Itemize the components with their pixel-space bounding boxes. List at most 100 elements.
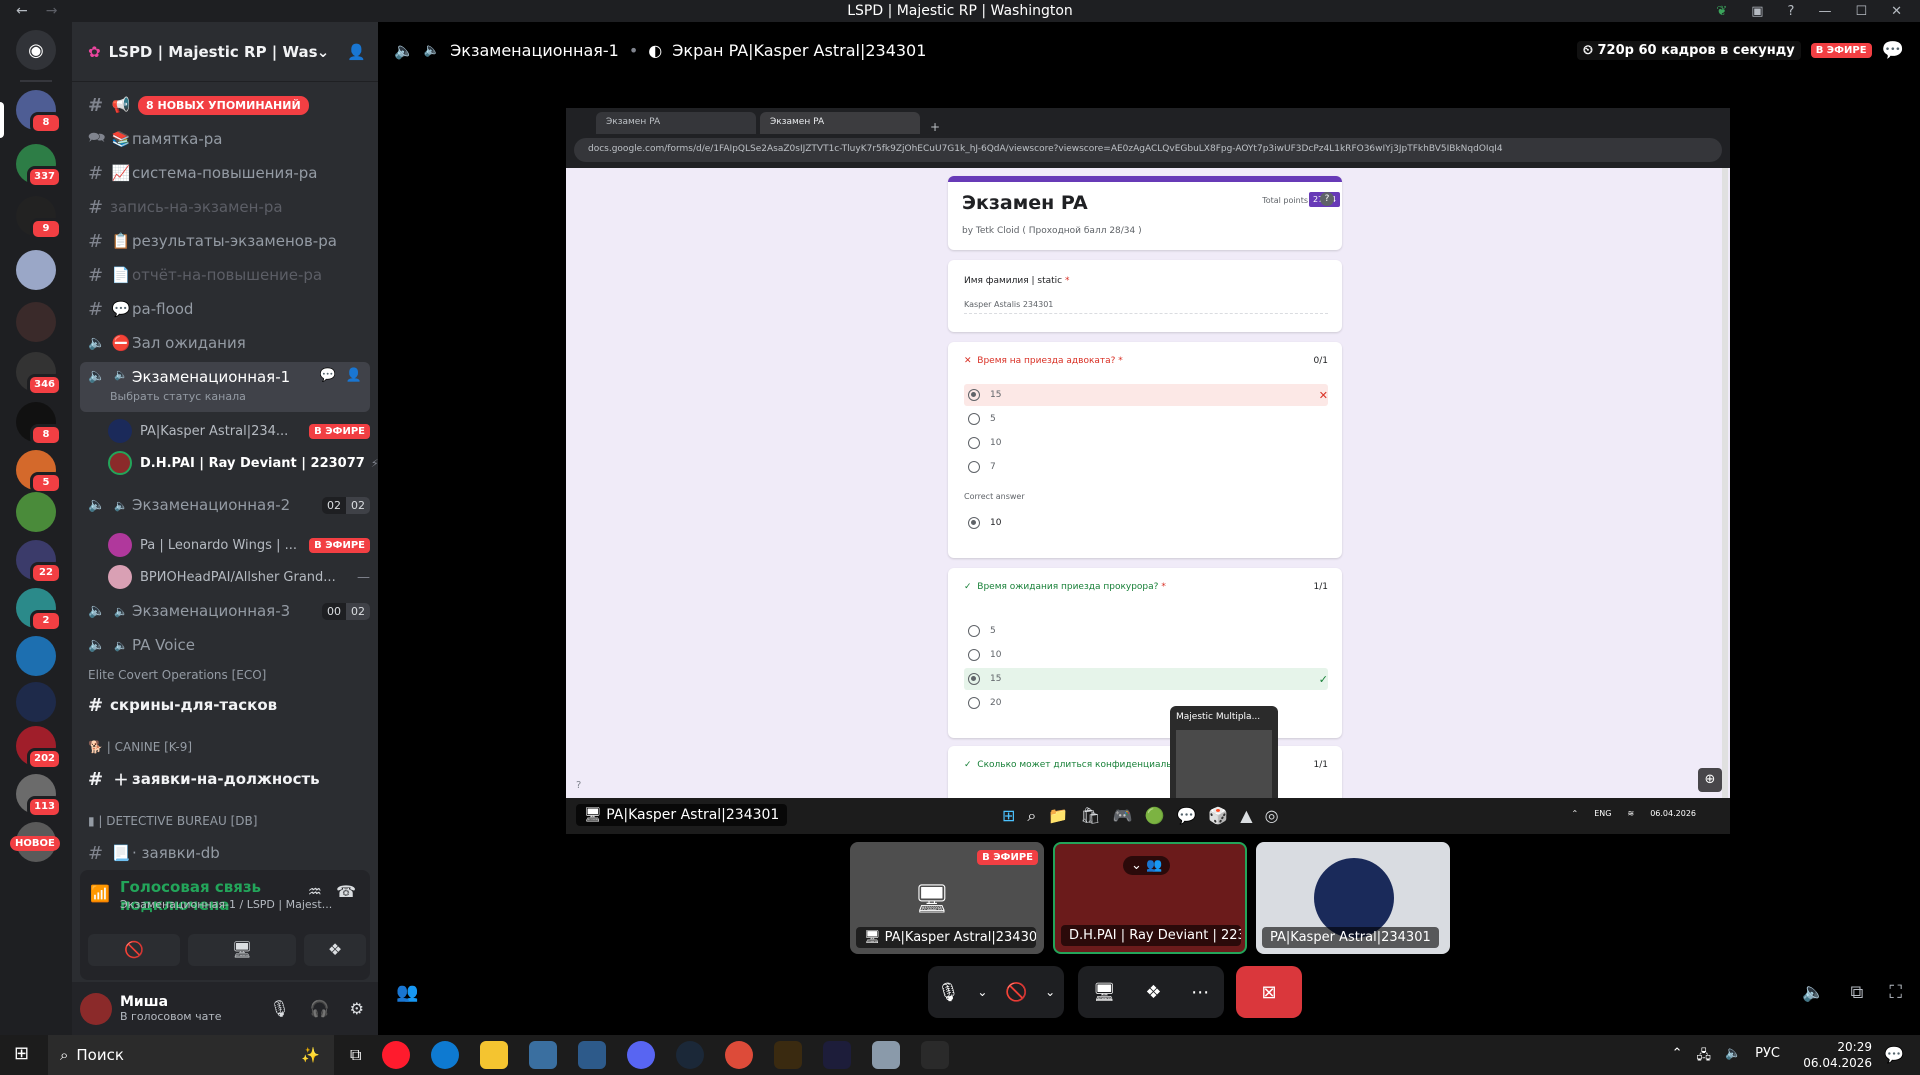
channel-item[interactable]: # 💬 pa-flood xyxy=(80,294,370,324)
invite-icon[interactable]: 👤 xyxy=(346,368,362,383)
server-icon[interactable]: 5 xyxy=(16,450,62,494)
voice-user[interactable]: D.H.PAI | Ray Deviant | 223077 ⚡ xyxy=(108,448,379,478)
server-icon[interactable] xyxy=(16,302,56,342)
server-icon[interactable]: 8 xyxy=(16,402,62,446)
server-icon[interactable]: 113 xyxy=(16,774,62,818)
address-bar[interactable]: docs.google.com/forms/d/e/1FAIpQLSe2AsaZ… xyxy=(574,138,1722,162)
voice-location[interactable]: Экзаменационная-1 / LSPD | Majest... xyxy=(120,898,332,911)
settings-gear-icon[interactable]: ⚙ xyxy=(350,999,364,1018)
chevron-down-icon[interactable]: ⌄ xyxy=(1045,985,1055,999)
browser-tab[interactable]: Экзамен PA xyxy=(596,112,756,134)
activities-icon[interactable]: ❖ xyxy=(1145,982,1161,1003)
help-icon[interactable]: ? xyxy=(1788,4,1795,19)
taskbar-search[interactable]: ⌕ Поиск ✨ xyxy=(48,1035,334,1075)
stop-stream-button[interactable]: ⊠ xyxy=(1236,966,1302,1018)
chevron-up-icon[interactable]: ⌃ xyxy=(1672,1046,1683,1068)
chat-icon[interactable]: 💬 xyxy=(320,368,336,383)
voice-user[interactable]: Pa | Leonardo Wings | ... В ЭФИРЕ xyxy=(108,530,370,560)
opera-icon[interactable] xyxy=(382,1041,411,1069)
screen-share-icon[interactable]: 🖥 xyxy=(1093,982,1116,1003)
task-view-icon[interactable]: ⧉ xyxy=(350,1045,361,1065)
server-icon[interactable] xyxy=(16,492,56,532)
browser-tab-active[interactable]: Экзамен PA xyxy=(760,112,920,134)
voice-channel-item[interactable]: 🔈 ⛔ Зал ожидания xyxy=(80,328,370,358)
category-header[interactable]: ▮ | DETECTIVE BUREAU [DB] xyxy=(88,814,257,828)
minimize-icon[interactable]: — xyxy=(1818,4,1831,19)
screen-share-view[interactable]: Экзамен PA Экзамен PA + docs.google.com/… xyxy=(566,108,1730,834)
notifications-icon[interactable]: 💬 xyxy=(1884,1045,1904,1064)
channel-status-link[interactable]: Выбрать статус канала xyxy=(110,390,246,403)
server-header[interactable]: ✿ LSPD | Majestic RP | Was... ⌄ 👤 xyxy=(72,22,378,82)
server-icon[interactable] xyxy=(16,250,56,290)
activities-button[interactable]: ❖ xyxy=(304,934,366,966)
mentions-badge[interactable]: 8 НОВЫХ УПОМИНАНИЙ xyxy=(138,95,309,115)
participant-tile[interactable]: 🖥 В ЭФИРЕ 🖥 PA|Kasper Astral|234301 xyxy=(850,842,1044,954)
participant-tile[interactable]: PA|Kasper Astral|234301 xyxy=(1256,842,1450,954)
channel-item[interactable]: # 📈 система-повышения-pa xyxy=(80,158,370,188)
server-icon[interactable]: 8 xyxy=(16,90,62,134)
network-icon[interactable]: 🖧 xyxy=(1696,1046,1711,1068)
voice-user[interactable]: ВРИОHeadPAI/Allsher Grand... — xyxy=(108,562,370,592)
chrome-icon[interactable] xyxy=(725,1041,754,1069)
close-icon[interactable]: ✕ xyxy=(1891,4,1902,19)
taskbar-clock[interactable]: 20:29 06.04.2026 xyxy=(1803,1039,1872,1071)
chevron-down-icon[interactable]: ⌄ xyxy=(317,43,330,61)
server-icon[interactable]: 2 xyxy=(16,588,62,632)
category-header[interactable]: 🐕 | CANINE [K-9] xyxy=(88,740,192,754)
scrollbar[interactable] xyxy=(1722,168,1728,798)
channel-item[interactable]: # 📢 8 НОВЫХ УПОМИНАНИЙ xyxy=(80,90,370,120)
voice-channel-active[interactable]: 🔈 🔈 Экзаменационная-1 💬 👤 Выбрать статус… xyxy=(80,362,370,412)
input-language[interactable]: РУС xyxy=(1755,1046,1780,1068)
zoom-icon[interactable]: ⊕ xyxy=(1698,768,1722,792)
channel-item[interactable]: # 📄 отчёт-на-повышение-pa xyxy=(80,260,370,290)
avatar[interactable] xyxy=(80,992,112,1025)
discord-taskbar-icon[interactable] xyxy=(627,1041,656,1069)
fullscreen-icon[interactable]: ⛶ xyxy=(1889,982,1902,1003)
voice-channel-item[interactable]: 🔈 🔈 PA Voice xyxy=(80,630,370,660)
microphone-icon[interactable]: 🎙 xyxy=(937,982,960,1003)
new-badge[interactable]: НОВОЕ xyxy=(10,836,60,851)
back-arrow-icon[interactable]: ← xyxy=(16,3,28,19)
help-circle-icon[interactable]: ? xyxy=(576,780,581,791)
screen-share-button[interactable]: 🖥 xyxy=(188,934,296,966)
volume-icon[interactable]: 🔈 xyxy=(1802,982,1824,1003)
server-icon[interactable] xyxy=(16,636,56,676)
channel-item[interactable]: # 📃 · заявки-db xyxy=(80,838,370,868)
app-icon[interactable] xyxy=(578,1041,607,1069)
user-info[interactable]: Миша В голосовом чате xyxy=(120,994,269,1023)
lock-app-icon[interactable] xyxy=(921,1041,950,1069)
app-a-icon[interactable] xyxy=(823,1041,852,1069)
server-icon[interactable]: 22 xyxy=(16,540,62,584)
server-icon[interactable]: 9 xyxy=(16,196,62,240)
headphones-icon[interactable]: 🎧 xyxy=(310,999,330,1018)
windows-start-icon[interactable]: ⊞ xyxy=(14,1043,29,1064)
majestic-icon[interactable] xyxy=(774,1041,803,1069)
file-explorer-icon[interactable] xyxy=(480,1041,509,1069)
camera-off-icon[interactable]: 🚫 xyxy=(1005,982,1027,1003)
discord-home-icon[interactable]: ◉ xyxy=(16,30,56,70)
disconnect-icon[interactable]: ☎ xyxy=(336,882,356,901)
signal-icon[interactable]: 📶 xyxy=(90,884,110,903)
category-header[interactable]: Elite Covert Operations [ECO] xyxy=(88,668,266,682)
server-icon[interactable]: 346 xyxy=(16,352,62,396)
voice-user[interactable]: PA|Kasper Astral|234... В ЭФИРЕ xyxy=(108,416,370,446)
chat-icon[interactable]: 💬 xyxy=(1882,40,1904,61)
channel-item[interactable]: # скрины-для-тасков xyxy=(80,690,370,720)
more-options-icon[interactable]: ⋯ xyxy=(1191,982,1209,1003)
forward-arrow-icon[interactable]: → xyxy=(46,3,58,19)
noise-suppression-icon[interactable]: ♒ xyxy=(308,882,322,901)
maximize-icon[interactable]: ☐ xyxy=(1855,4,1867,19)
server-icon[interactable] xyxy=(16,682,56,722)
quality-indicator[interactable]: ⏲ 720p 60 кадров в секунду xyxy=(1576,40,1801,60)
microphone-icon[interactable]: 🎙 xyxy=(269,999,289,1018)
participant-tile-speaking[interactable]: ⌄ 👥 D.H.PAI | Ray Deviant | 223... xyxy=(1053,842,1247,954)
new-tab-icon[interactable]: + xyxy=(930,120,940,134)
chevron-down-icon[interactable]: ⌄ xyxy=(977,985,987,999)
add-member-icon[interactable]: 👤 xyxy=(347,43,366,61)
popout-icon[interactable]: ⧉ xyxy=(1851,982,1864,1003)
calculator-icon[interactable] xyxy=(529,1041,558,1069)
channel-item[interactable]: 🗪 📚 памятка-pa xyxy=(80,124,370,154)
channel-item[interactable]: # ＋ заявки-на-должность xyxy=(80,764,370,794)
steam-icon[interactable] xyxy=(676,1041,705,1069)
leaf-icon[interactable]: ❦ xyxy=(1716,4,1727,19)
